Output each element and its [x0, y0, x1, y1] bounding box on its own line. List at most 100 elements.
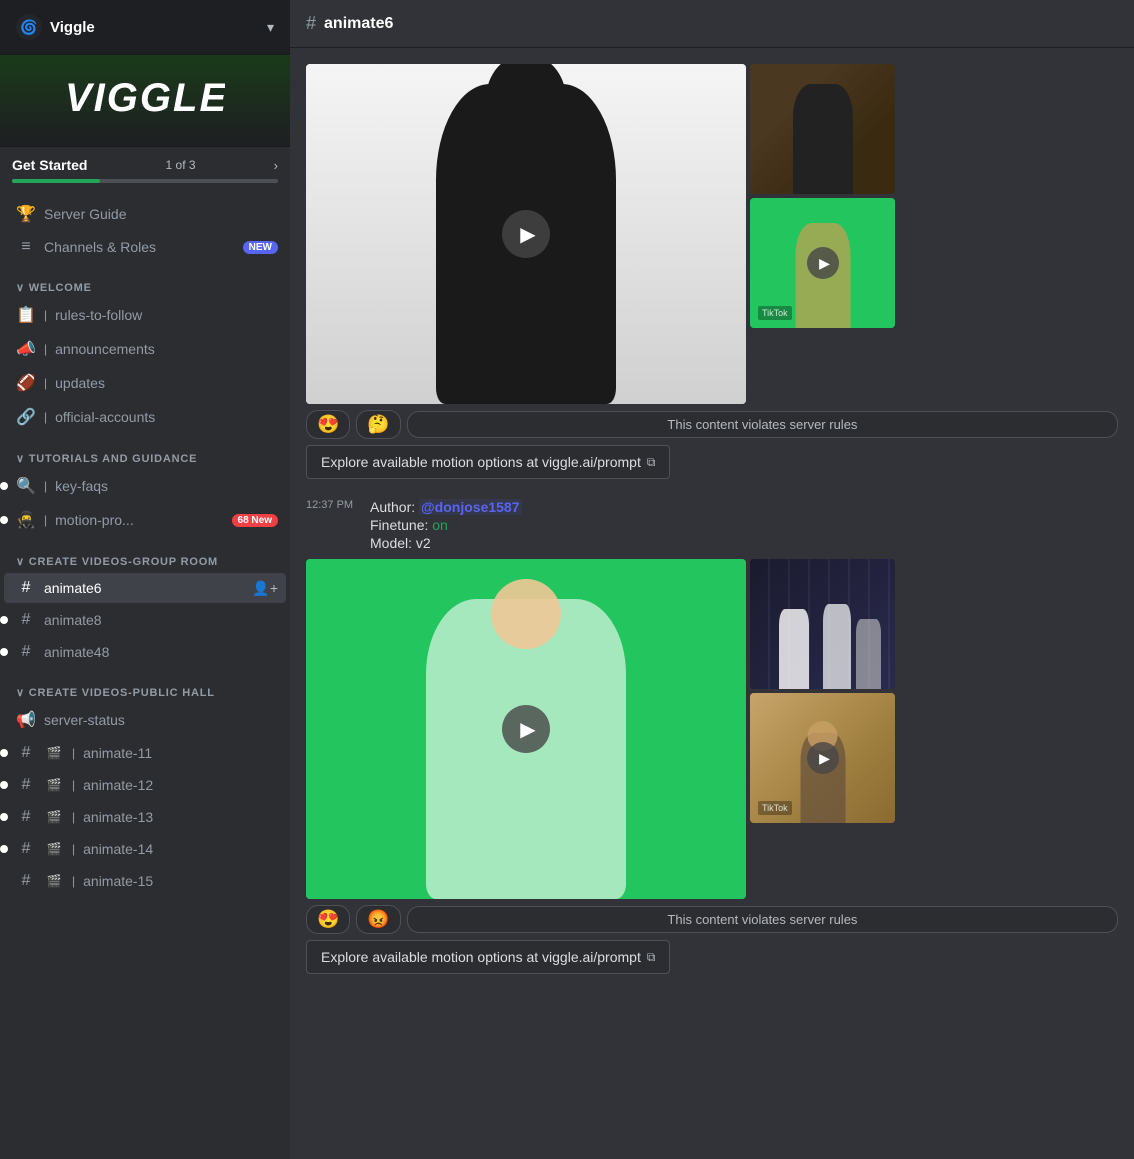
channel-hash-official: |	[44, 410, 47, 424]
sidebar-item-animate-14[interactable]: # 🎬 | animate-14	[4, 834, 286, 864]
sidebar-item-animate-12[interactable]: # 🎬 | animate-12	[4, 770, 286, 800]
server-header[interactable]: 🌀 Viggle ▾	[0, 0, 290, 55]
channel-header-name: animate6	[324, 15, 393, 33]
sidebar-item-animate-11[interactable]: # 🎬 | animate-11	[4, 738, 286, 768]
main-content: # animate6 ▶	[290, 0, 1134, 1159]
sidebar-item-animate8[interactable]: # animate8	[4, 605, 286, 635]
media-thumb-1a[interactable]	[750, 64, 895, 194]
animate11-hash: #	[16, 744, 36, 762]
server-name: Viggle	[50, 19, 95, 36]
explore-label-2: Explore available motion options at vigg…	[321, 949, 641, 965]
sidebar-item-channels-roles[interactable]: ≡ Channels & Roles NEW	[4, 232, 286, 262]
key-faqs-icon: 🔍	[16, 476, 36, 496]
play-button-1[interactable]: ▶	[502, 210, 550, 258]
animate14-hash: #	[16, 840, 36, 858]
sidebar-item-motion-pro[interactable]: 🥷 | motion-pro... 68 New	[4, 504, 286, 536]
unread-dot	[0, 482, 8, 490]
channel-hash-updates: |	[44, 376, 47, 390]
sidebar-item-label: animate6	[44, 580, 244, 596]
unread-dot	[0, 781, 8, 789]
main-video-1[interactable]: ▶	[306, 64, 746, 404]
animate13-hash: #	[16, 808, 36, 826]
media-thumb-2b[interactable]: ▶ TikTok	[750, 693, 895, 823]
progress-bar-fill	[12, 179, 100, 183]
server-dropdown-icon: ▾	[267, 19, 274, 36]
server-header-left: 🌀 Viggle	[16, 14, 95, 40]
animate15-film: 🎬	[44, 874, 64, 888]
tiktok-watermark-1b: TikTok	[758, 306, 792, 320]
reaction-btn-love-2[interactable]: 😍	[306, 905, 350, 934]
sidebar-item-key-faqs[interactable]: 🔍 | key-faqs	[4, 470, 286, 502]
sidebar-item-animate6[interactable]: # animate6 👤+	[4, 573, 286, 603]
sidebar-item-announcements[interactable]: 📣 | announcements	[4, 333, 286, 365]
sidebar-item-official-accounts[interactable]: 🔗 | official-accounts	[4, 401, 286, 433]
animate8-hash-icon: #	[16, 611, 36, 629]
media-thumb-1b[interactable]: ▶ TikTok	[750, 198, 895, 328]
reaction-btn-angry-2[interactable]: 😡	[356, 905, 400, 934]
explore-btn-2[interactable]: Explore available motion options at vigg…	[306, 940, 670, 974]
progress-bar-bg	[12, 179, 278, 183]
reaction-row-1: 😍 🤔 This content violates server rules	[306, 410, 1118, 439]
model-prefix-2: Model:	[370, 535, 412, 551]
play-button-thumb-2b[interactable]: ▶	[807, 742, 839, 774]
player-head-2	[491, 579, 561, 649]
message-meta-2: 12:37 PM Author: @donjose1587 Finetune: …	[306, 499, 1118, 553]
media-side-2: ▶ TikTok	[750, 559, 895, 899]
sidebar-item-animate-15[interactable]: # 🎬 | animate-15	[4, 866, 286, 896]
section-label-public-hall: ∨ CREATE VIDEOS-PUBLIC HALL	[0, 668, 290, 703]
sidebar-item-label: rules-to-follow	[55, 307, 278, 323]
unread-dot	[0, 845, 8, 853]
author-prefix-2: Author:	[370, 499, 415, 515]
violates-btn-2[interactable]: This content violates server rules	[407, 906, 1118, 933]
light-bars	[750, 559, 895, 689]
message-finetune-line-2: Finetune: on	[370, 517, 522, 533]
play-icon-1: ▶	[520, 222, 535, 247]
pipe: |	[72, 842, 75, 856]
animate12-hash: #	[16, 776, 36, 794]
sidebar-item-server-guide[interactable]: 🏆 Server Guide	[4, 198, 286, 230]
model-value-2: v2	[416, 535, 431, 551]
sidebar-item-label: animate-15	[83, 873, 278, 889]
animate14-film: 🎬	[44, 842, 64, 856]
channel-hash-faqs: |	[44, 479, 47, 493]
channel-hash-ann: |	[44, 342, 47, 356]
updates-icon: 🏈	[16, 373, 36, 393]
explore-btn-1[interactable]: Explore available motion options at vigg…	[306, 445, 670, 479]
announcements-icon: 📣	[16, 339, 36, 359]
server-icon: 🌀	[16, 14, 42, 40]
message-time-2: 12:37 PM	[306, 499, 366, 511]
channel-header: # animate6	[290, 0, 1134, 48]
animate48-hash-icon: #	[16, 643, 36, 661]
violates-btn-1[interactable]: This content violates server rules	[407, 411, 1118, 438]
sidebar-item-server-status[interactable]: 📢 server-status	[4, 704, 286, 736]
sidebar-item-animate-13[interactable]: # 🎬 | animate-13	[4, 802, 286, 832]
sidebar-item-animate48[interactable]: # animate48	[4, 637, 286, 667]
sidebar-item-rules-to-follow[interactable]: 📋 | rules-to-follow	[4, 299, 286, 331]
channel-hash-motion: |	[44, 513, 47, 527]
finetune-prefix-2: Finetune:	[370, 517, 428, 533]
server-guide-icon: 🏆	[16, 204, 36, 224]
messages-area[interactable]: ▶ ▶	[290, 48, 1134, 1159]
reaction-btn-think-1[interactable]: 🤔	[356, 410, 400, 439]
message-model-line-2: Model: v2	[370, 535, 522, 551]
message-author-line-2: Author: @donjose1587	[370, 499, 522, 515]
author-mention-2[interactable]: @donjose1587	[419, 499, 521, 515]
server-status-icon: 📢	[16, 710, 36, 730]
sidebar-item-label: updates	[55, 375, 278, 391]
pipe: |	[72, 810, 75, 824]
section-label-group-room: ∨ CREATE VIDEOS-GROUP ROOM	[0, 537, 290, 572]
message-block-1: ▶ ▶	[306, 64, 1118, 479]
media-thumb-2a[interactable]	[750, 559, 895, 689]
play-button-2[interactable]: ▶	[502, 705, 550, 753]
animate6-hash-icon: #	[16, 579, 36, 597]
sidebar-item-updates[interactable]: 🏈 | updates	[4, 367, 286, 399]
get-started-chevron[interactable]: ›	[274, 158, 278, 173]
sidebar-item-label: animate-14	[83, 841, 278, 857]
sidebar-item-label: animate48	[44, 644, 278, 660]
unread-dot	[0, 749, 8, 757]
play-button-thumb-1b[interactable]: ▶	[807, 247, 839, 279]
reaction-btn-love-1[interactable]: 😍	[306, 410, 350, 439]
pipe: |	[72, 874, 75, 888]
main-video-2[interactable]: ▶	[306, 559, 746, 899]
add-member-icon[interactable]: 👤+	[252, 580, 278, 597]
